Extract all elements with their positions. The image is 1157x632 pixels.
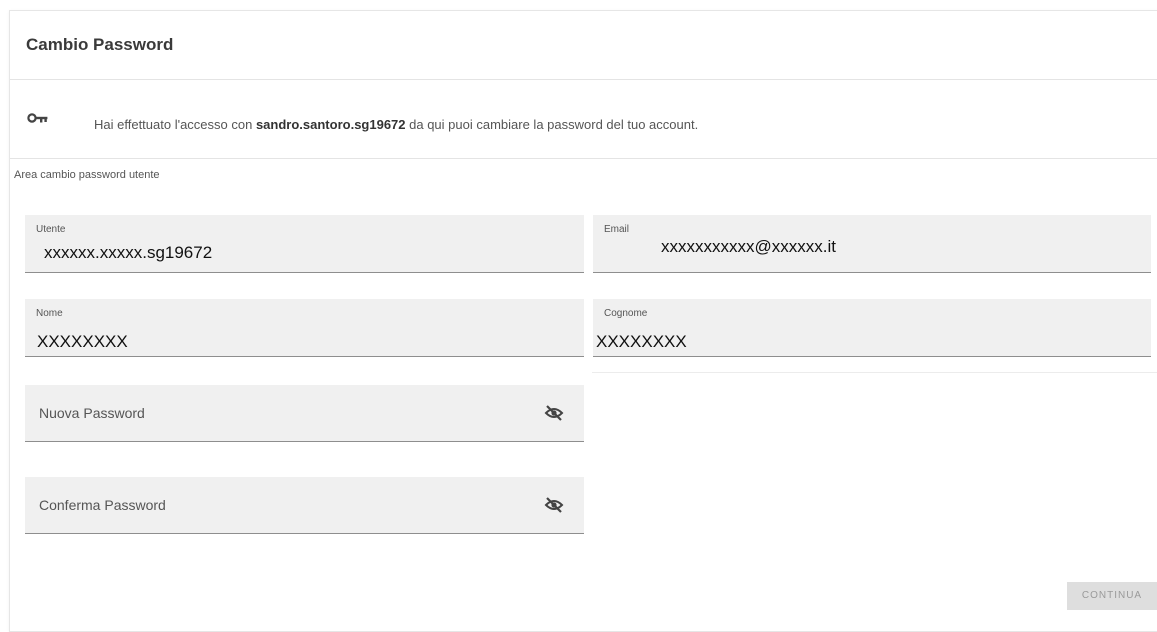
cognome-field[interactable]: Cognome XXXXXXXX: [593, 299, 1151, 357]
utente-field[interactable]: Utente xxxxxx.xxxxx.sg19672: [25, 215, 584, 273]
nome-value: XXXXXXXX: [37, 332, 128, 351]
email-value: xxxxxxxxxxx@xxxxxx.it: [661, 237, 836, 256]
info-banner: Hai effettuato l'accesso con sandro.sant…: [10, 80, 1157, 159]
info-username: sandro.santoro.sg19672: [255, 117, 406, 132]
cognome-value: XXXXXXXX: [596, 332, 687, 351]
info-text-after: da qui puoi cambiare la password del tuo…: [405, 117, 699, 132]
confirm-password-placeholder: Conferma Password: [39, 497, 166, 513]
new-password-field[interactable]: Nuova Password: [25, 385, 584, 442]
info-text-before: Hai effettuato l'accesso con: [94, 117, 256, 132]
info-message: Hai effettuato l'accesso con sandro.sant…: [94, 117, 698, 132]
utente-value: xxxxxx.xxxxx.sg19672: [44, 243, 213, 262]
nome-label: Nome: [36, 308, 63, 319]
card-header: Cambio Password: [10, 11, 1157, 80]
eye-off-icon[interactable]: [544, 404, 564, 422]
new-password-placeholder: Nuova Password: [39, 405, 145, 421]
nome-field[interactable]: Nome XXXXXXXX: [25, 299, 584, 357]
email-label: Email: [604, 224, 630, 235]
cognome-label: Cognome: [604, 308, 648, 319]
continue-button[interactable]: CONTINUA: [1067, 582, 1157, 610]
confirm-password-field[interactable]: Conferma Password: [25, 477, 584, 534]
eye-off-icon[interactable]: [544, 496, 564, 514]
section-label: Area cambio password utente: [14, 169, 160, 181]
email-field[interactable]: Email xxxxxxxxxxx@xxxxxx.it: [593, 215, 1151, 273]
page-title: Cambio Password: [26, 35, 174, 54]
key-icon: [27, 113, 48, 123]
divider: [592, 372, 1157, 373]
utente-label: Utente: [36, 224, 66, 235]
